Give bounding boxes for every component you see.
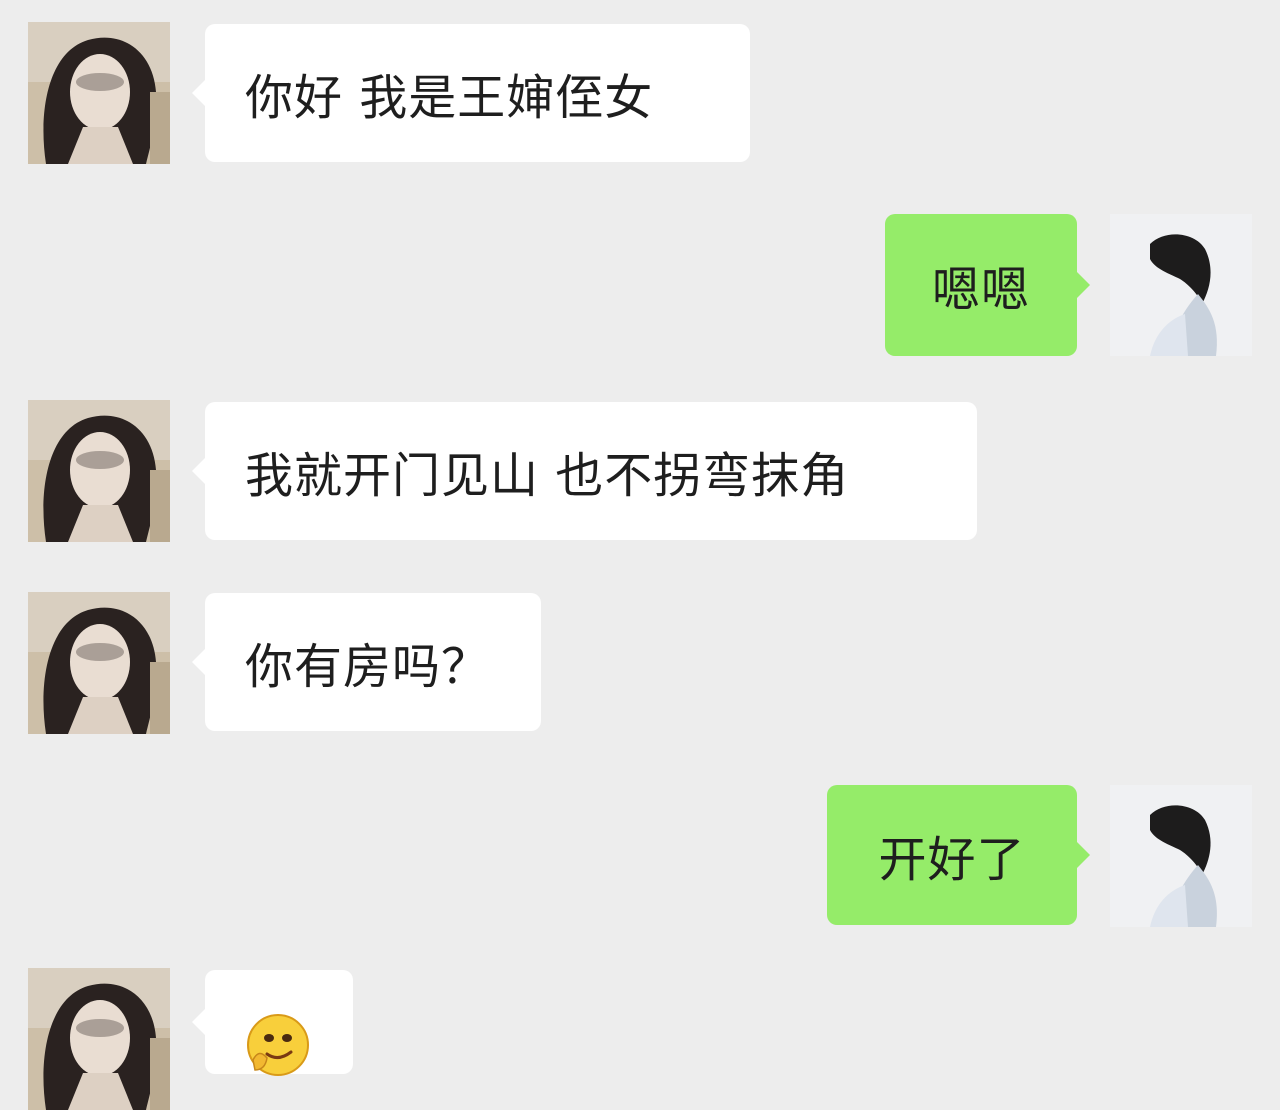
- self-avatar[interactable]: [1110, 214, 1252, 356]
- incoming-message[interactable]: 你有房吗？: [192, 593, 541, 731]
- outgoing-message[interactable]: 开好了: [827, 785, 1090, 925]
- message-text: 你好 我是王婶侄女: [245, 70, 654, 126]
- contact-avatar[interactable]: [28, 592, 170, 734]
- message-text: 嗯嗯: [931, 262, 1030, 318]
- message-text: 你有房吗？: [245, 639, 491, 695]
- self-avatar[interactable]: [1110, 785, 1252, 927]
- contact-avatar[interactable]: [28, 400, 170, 542]
- message-text: 开好了: [878, 832, 1026, 888]
- woman-avatar-icon: [28, 968, 170, 1110]
- man-avatar-icon: [1110, 785, 1252, 927]
- smirk-emoji-icon: [245, 1012, 311, 1078]
- woman-avatar-icon: [28, 22, 170, 164]
- incoming-sticker-message[interactable]: [192, 970, 353, 1074]
- woman-avatar-icon: [28, 400, 170, 542]
- incoming-message[interactable]: 我就开门见山 也不拐弯抹角: [192, 402, 977, 540]
- outgoing-message[interactable]: 嗯嗯: [885, 214, 1090, 356]
- chat-view: 你好 我是王婶侄女 嗯嗯 我就开门见山 也不拐弯抹角 你有房吗？ 开好了: [0, 0, 1280, 1074]
- incoming-message[interactable]: 你好 我是王婶侄女: [192, 24, 750, 162]
- contact-avatar[interactable]: [28, 22, 170, 164]
- man-avatar-icon: [1110, 214, 1252, 356]
- message-text: 我就开门见山 也不拐弯抹角: [245, 448, 850, 504]
- woman-avatar-icon: [28, 592, 170, 734]
- contact-avatar[interactable]: [28, 968, 170, 1110]
